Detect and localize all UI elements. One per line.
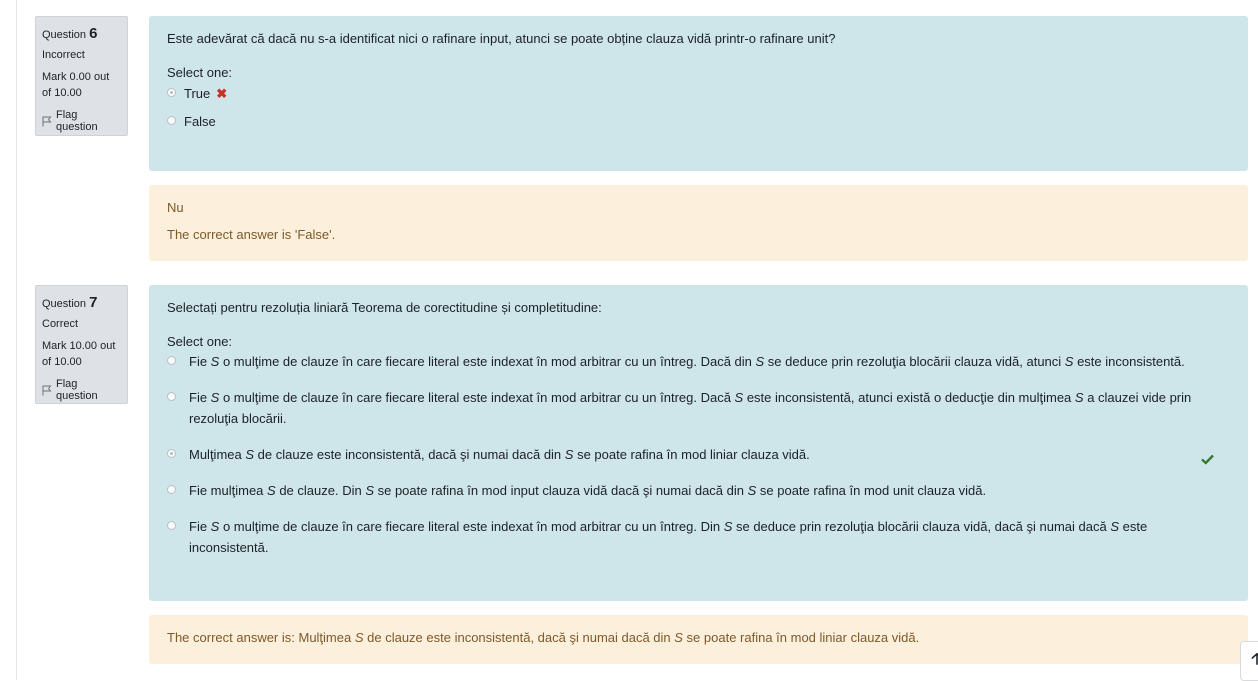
answer-radio[interactable]	[167, 521, 176, 530]
right-answer: The correct answer is: Mulţimea S de cla…	[167, 630, 1230, 645]
math-variable: S	[365, 483, 374, 498]
question-6-feedback: Nu The correct answer is 'False'.	[149, 185, 1248, 261]
answer-option[interactable]: False	[167, 111, 1230, 132]
question-grade: Mark 0.00 out of 10.00	[42, 71, 110, 99]
answer-option[interactable]: Fie S o mulţime de clauze în care fiecar…	[167, 351, 1230, 372]
text-fragment: The correct answer is: Mulţimea	[167, 630, 355, 645]
back-to-top-button[interactable]: 🡡	[1240, 641, 1258, 681]
text-fragment: o mulţime de clauze în care fiecare lite…	[219, 519, 724, 534]
answer-radio[interactable]	[167, 449, 176, 458]
question-state: Correct	[42, 318, 79, 330]
answer-label: False	[184, 114, 216, 129]
question-number: Question 7	[42, 294, 121, 311]
text-fragment: se deduce prin rezoluţia blocării clauza…	[764, 354, 1065, 369]
text-fragment: se poate rafina în mod liniar clauza vid…	[682, 630, 920, 645]
text-fragment: se poate rafina în mod unit clauza vidă.	[756, 483, 987, 498]
flag-question-label: Flag question	[56, 109, 98, 133]
text-fragment: este inconsistentă.	[1073, 354, 1185, 369]
check-icon	[1201, 450, 1214, 471]
question-number: Question 6	[42, 25, 121, 42]
question-grade: Mark 10.00 out of 10.00	[42, 340, 116, 368]
answer-list: Fie S o mulţime de clauze în care fiecar…	[167, 351, 1230, 558]
answer-label: Fie S o mulţime de clauze în care fiecar…	[189, 516, 1219, 558]
question-7-feedback: The correct answer is: Mulţimea S de cla…	[149, 615, 1248, 664]
text-fragment: Fie	[189, 519, 211, 534]
answer-radio[interactable]	[167, 356, 176, 365]
text-fragment: Fie	[189, 390, 211, 405]
page-border	[16, 0, 17, 680]
text-fragment: Fie	[189, 354, 211, 369]
text-fragment: o mulţime de clauze în care fiecare lite…	[219, 354, 756, 369]
math-variable: S	[755, 354, 765, 369]
question-text: Este adevărat că dacă nu s-a identificat…	[167, 31, 836, 46]
answer-radio[interactable]	[167, 392, 176, 401]
question-text: Selectați pentru rezoluția liniară Teore…	[167, 300, 602, 315]
answer-radio[interactable]	[167, 485, 176, 494]
text-fragment: de clauze este inconsistentă, dacă şi nu…	[254, 447, 565, 462]
answer-radio[interactable]	[167, 88, 176, 97]
question-7-formulation: Selectați pentru rezoluția liniară Teore…	[149, 285, 1248, 601]
question-6-formulation: Este adevărat că dacă nu s-a identificat…	[149, 16, 1248, 171]
math-variable: S	[747, 483, 757, 498]
flag-question-label: Flag question	[56, 378, 98, 402]
answer-option[interactable]: Fie S o mulţime de clauze în care fiecar…	[167, 387, 1230, 429]
answer-radio[interactable]	[167, 116, 176, 125]
answer-option[interactable]: Mulţimea S de clauze este inconsistentă,…	[167, 444, 1230, 465]
question-6-info: Question 6 Incorrect Mark 0.00 out of 10…	[35, 16, 128, 136]
text-fragment: de clauze. Din	[275, 483, 366, 498]
math-variable: S	[674, 630, 683, 645]
answer-prompt: Select one:	[167, 65, 233, 80]
text-fragment: este inconsistentă, atunci există o dedu…	[743, 390, 1075, 405]
cross-icon: ✖	[216, 86, 228, 101]
math-variable: S	[1110, 519, 1119, 534]
text-fragment: se poate rafina în mod liniar clauza vid…	[573, 447, 810, 462]
flag-question-link[interactable]: Flag question	[42, 378, 121, 402]
answer-option[interactable]: True ✖	[167, 83, 1230, 104]
flag-icon	[42, 116, 52, 127]
question-number-value: 7	[89, 294, 98, 311]
question-number-value: 6	[89, 25, 98, 42]
answer-label: Mulţimea S de clauze este inconsistentă,…	[189, 444, 1219, 465]
arrow-up-icon: 🡡	[1251, 651, 1258, 668]
question-label: Question	[42, 298, 87, 310]
answer-label: True	[184, 86, 211, 101]
math-variable: S	[267, 483, 276, 498]
answer-label: Fie mulţimea S de clauze. Din S se poate…	[189, 480, 1219, 501]
math-variable: S	[1074, 390, 1084, 405]
text-fragment: de clauze este inconsistentă, dacă şi nu…	[363, 630, 675, 645]
text-fragment: o mulţime de clauze în care fiecare lite…	[219, 390, 735, 405]
text-fragment: se poate rafina în mod input clauza vidă…	[373, 483, 748, 498]
flag-question-link[interactable]: Flag question	[42, 109, 121, 133]
text-fragment: Mulţimea	[189, 447, 246, 462]
specific-feedback: Nu	[167, 200, 184, 215]
answer-label: Fie S o mulţime de clauze în care fiecar…	[189, 351, 1219, 372]
question-state: Incorrect	[42, 49, 85, 61]
math-variable: S	[354, 630, 364, 645]
right-answer: The correct answer is 'False'.	[167, 227, 336, 242]
answer-option[interactable]: Fie S o mulţime de clauze în care fiecar…	[167, 516, 1230, 558]
answer-prompt: Select one:	[167, 334, 233, 349]
flag-icon	[42, 385, 52, 396]
answer-label: Fie S o mulţime de clauze în care fiecar…	[189, 387, 1219, 429]
text-fragment: se deduce prin rezoluţia blocării clauza…	[732, 519, 1111, 534]
question-label: Question	[42, 29, 87, 41]
math-variable: S	[734, 390, 744, 405]
math-variable: S	[245, 447, 255, 462]
question-7-info: Question 7 Correct Mark 10.00 out of 10.…	[35, 285, 128, 404]
answer-list: True ✖ False	[167, 83, 1230, 132]
text-fragment: Fie mulţimea	[189, 483, 268, 498]
answer-option[interactable]: Fie mulţimea S de clauze. Din S se poate…	[167, 480, 1230, 501]
